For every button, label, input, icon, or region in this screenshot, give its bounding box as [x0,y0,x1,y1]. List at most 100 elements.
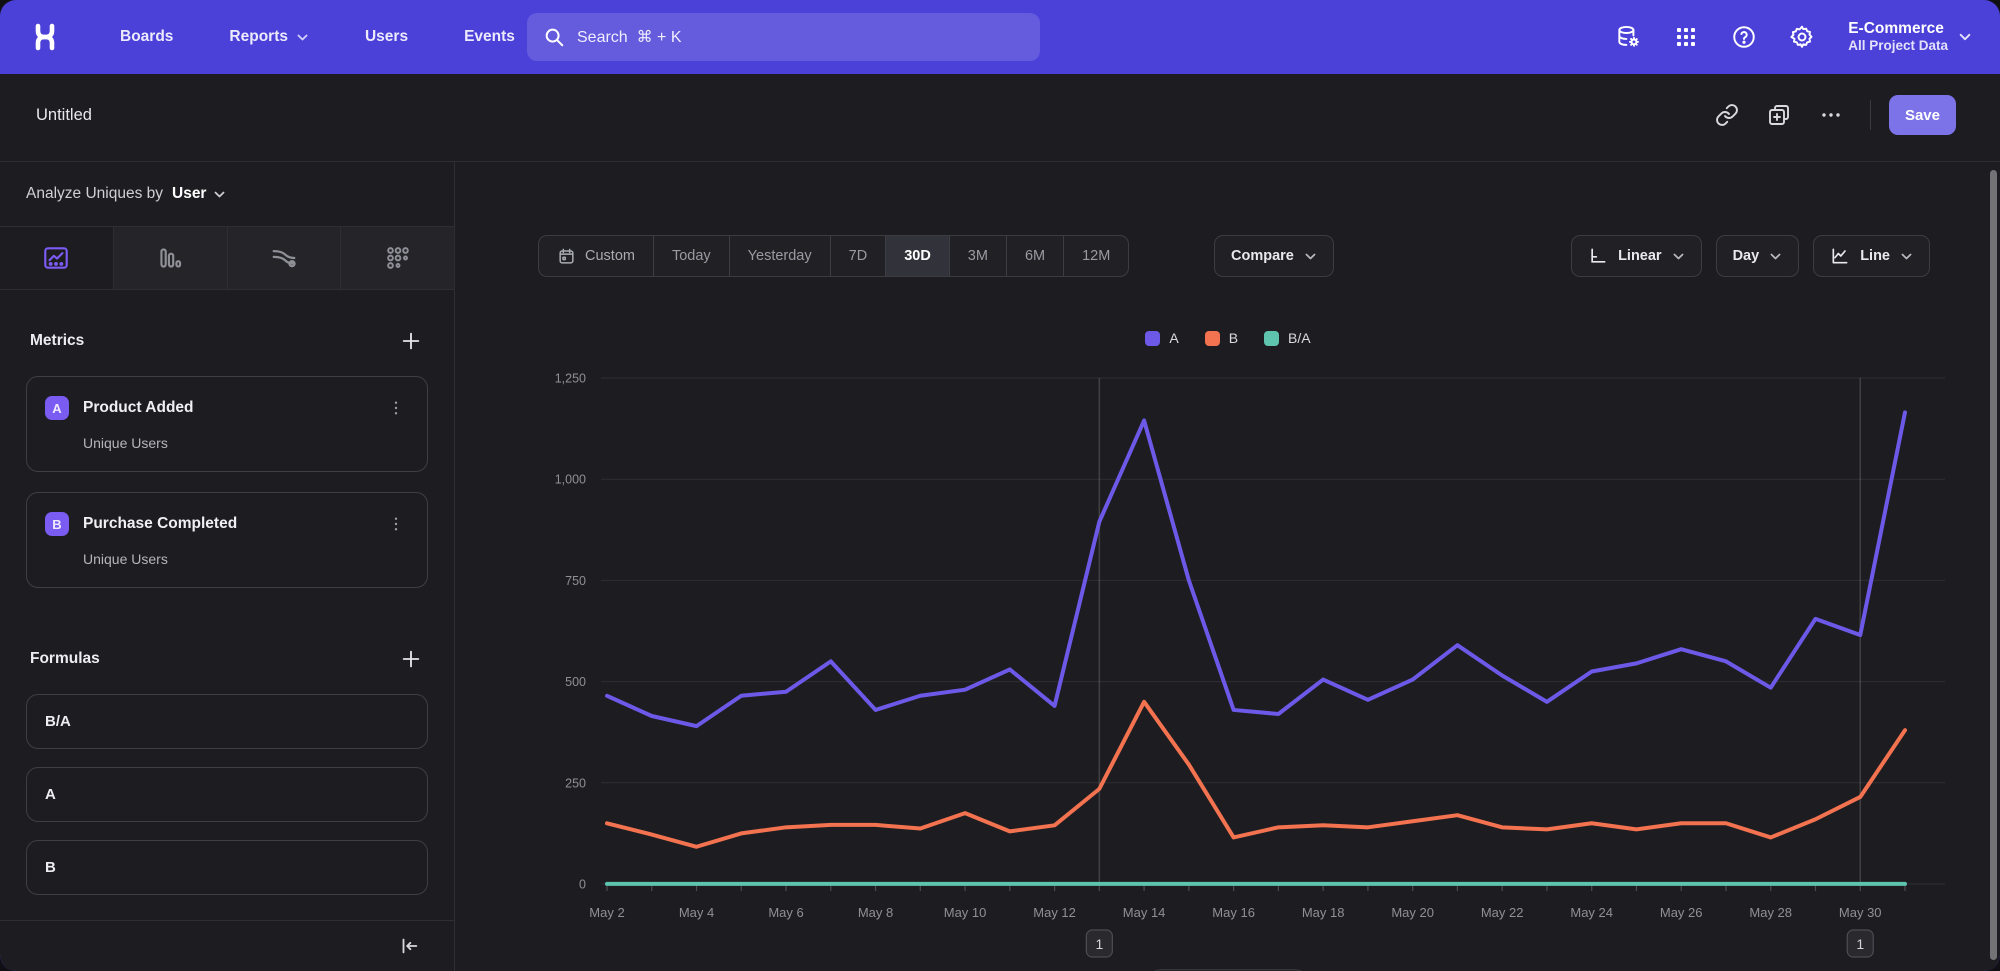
nav-item-label: Reports [229,28,288,46]
range-yesterday[interactable]: Yesterday [729,236,830,276]
add-metric-button[interactable] [394,324,428,358]
duplicate-button[interactable] [1758,94,1800,136]
svg-text:1,000: 1,000 [555,473,586,487]
legend-swatch-ba [1264,331,1279,346]
chevron-down-icon [1900,250,1913,263]
tab-funnels[interactable] [113,227,227,289]
kebab-icon [387,515,405,533]
help-button[interactable] [1722,15,1766,59]
page-scrollbar[interactable] [1990,170,1997,960]
nav-item-reports[interactable]: Reports [205,18,333,56]
svg-text:500: 500 [565,675,586,689]
line-chart[interactable]: 02505007501,0001,250May 2May 4May 6May 8… [456,362,2000,971]
chart-type-dropdown[interactable]: Line [1813,235,1930,277]
range-6m[interactable]: 6M [1006,236,1063,276]
mixpanel-logo[interactable] [28,20,62,54]
date-range-segmented-control: Custom Today Yesterday 7D 30D 3M 6M 12M [538,235,1129,277]
add-formula-button[interactable] [394,642,428,676]
range-today[interactable]: Today [653,236,729,276]
project-info: E-Commerce All Project Data [1848,19,1948,55]
top-nav: Boards Reports Users Events Search ⌘ + K [0,0,2000,74]
svg-text:1: 1 [1856,936,1864,952]
chart-type-label: Line [1860,248,1890,264]
chevron-down-icon [1672,250,1685,263]
svg-text:0: 0 [579,878,586,892]
project-switcher[interactable]: E-Commerce All Project Data [1848,19,1972,55]
save-button[interactable]: Save [1889,95,1956,135]
tab-insights[interactable] [0,227,113,289]
metric-options-button[interactable] [383,395,409,421]
chevron-down-icon [1769,250,1782,263]
scale-dropdown[interactable]: Linear [1571,235,1702,277]
chevron-down-icon [1958,30,1972,44]
svg-text:May 24: May 24 [1570,905,1613,920]
svg-text:May 22: May 22 [1481,905,1524,920]
flows-icon [268,242,300,274]
chevron-down-icon [296,31,309,44]
range-7d[interactable]: 7D [830,236,886,276]
svg-text:May 8: May 8 [858,905,893,920]
search-placeholder: Search ⌘ + K [577,27,682,47]
database-gear-icon [1615,24,1641,50]
legend-swatch-a [1145,331,1160,346]
formula-card-a[interactable]: A [26,767,428,822]
range-custom[interactable]: Custom [539,236,653,276]
chart-type-tabs [0,227,454,290]
tab-retention[interactable] [340,227,454,289]
svg-text:May 14: May 14 [1123,905,1166,920]
tab-flows[interactable] [227,227,341,289]
chevron-down-icon [213,188,226,201]
range-30d[interactable]: 30D [885,236,949,276]
settings-button[interactable] [1780,15,1824,59]
legend-item-ba[interactable]: B/A [1264,330,1311,346]
metric-card-a[interactable]: A Product Added Unique Users [26,376,428,472]
svg-text:May 28: May 28 [1749,905,1792,920]
metric-badge: A [45,396,69,420]
legend-item-b[interactable]: B [1205,330,1238,346]
retention-dots-icon [383,243,413,273]
metric-options-button[interactable] [383,511,409,537]
search-input[interactable]: Search ⌘ + K [527,13,1040,61]
collapse-left-icon [398,935,420,957]
ellipsis-icon [1819,103,1843,127]
insights-chart-icon [41,243,71,273]
metrics-title: Metrics [30,332,84,350]
metric-card-b[interactable]: B Purchase Completed Unique Users [26,492,428,588]
nav-item-users[interactable]: Users [341,18,432,56]
range-3m[interactable]: 3M [949,236,1006,276]
nav-right: E-Commerce All Project Data [1606,0,1972,74]
metric-measurement[interactable]: Unique Users [83,435,409,451]
data-management-button[interactable] [1606,15,1650,59]
apps-grid-button[interactable] [1664,15,1708,59]
metrics-header: Metrics [0,290,454,376]
formula-card-b[interactable]: B [26,840,428,895]
analyze-by-dropdown[interactable]: User [172,185,226,203]
range-12m[interactable]: 12M [1063,236,1128,276]
query-sidebar: Analyze Uniques by User [0,162,455,971]
nav-item-events[interactable]: Events [440,18,539,56]
nav-item-boards[interactable]: Boards [96,18,197,56]
svg-text:May 6: May 6 [768,905,803,920]
svg-text:May 18: May 18 [1302,905,1345,920]
grid-icon [1674,25,1698,49]
metric-measurement[interactable]: Unique Users [83,551,409,567]
report-title[interactable]: Untitled [36,106,92,125]
axis-scale-icon [1588,246,1608,266]
svg-text:May 30: May 30 [1839,905,1882,920]
formulas-title: Formulas [30,650,100,668]
formula-card-ba[interactable]: B/A [26,694,428,749]
analyze-value: User [172,185,206,203]
more-options-button[interactable] [1810,94,1852,136]
copy-plus-icon [1767,103,1791,127]
legend-swatch-b [1205,331,1220,346]
compare-dropdown[interactable]: Compare [1214,235,1334,277]
range-label: Custom [585,248,635,264]
svg-text:May 12: May 12 [1033,905,1076,920]
svg-text:750: 750 [565,574,586,588]
collapse-sidebar-button[interactable] [392,929,426,963]
nav-item-label: Boards [120,28,173,46]
interval-dropdown[interactable]: Day [1716,235,1800,277]
legend-item-a[interactable]: A [1145,330,1178,346]
plus-icon [400,330,422,352]
copy-link-button[interactable] [1706,94,1748,136]
